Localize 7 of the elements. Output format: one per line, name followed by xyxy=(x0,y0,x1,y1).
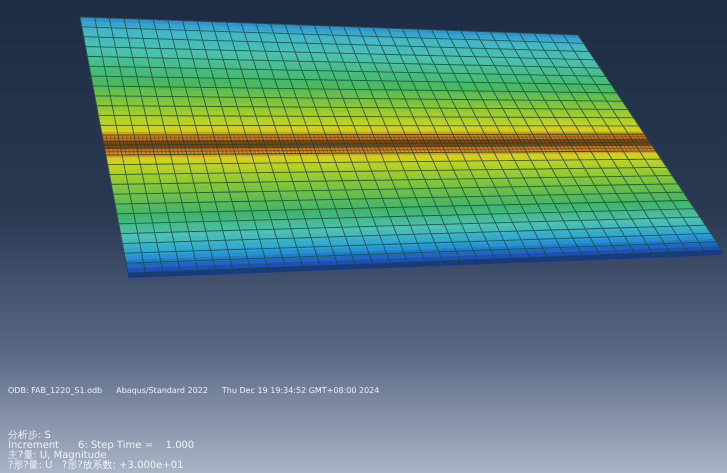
state-info-line: ?形?量: U ?形?放系数: +3.000e+01 xyxy=(8,461,184,471)
state-info-line: 分析步: S xyxy=(8,431,51,441)
state-info-line: Increment 6: Step Time = 1.000 xyxy=(8,441,196,451)
solver-label: Abaqus/Standard 2022 xyxy=(116,386,208,395)
odb-file-label: ODB: FAB_1220_S1.odb xyxy=(8,386,102,395)
timestamp-label: Thu Dec 19 19:34:52 GMT+08:00 2024 xyxy=(222,386,380,395)
state-info-line: 主?量: U, Magnitude xyxy=(8,451,107,461)
